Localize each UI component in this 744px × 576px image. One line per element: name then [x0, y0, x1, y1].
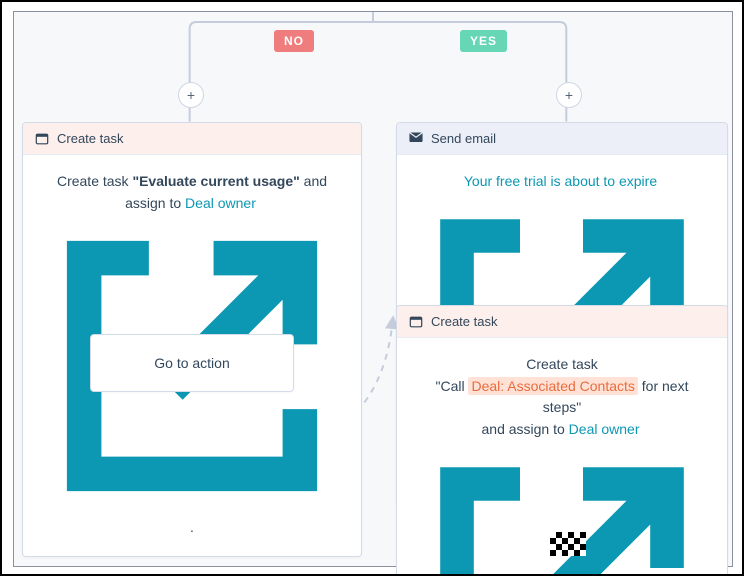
card-header: Create task [23, 123, 361, 155]
branch-yes-label: YES [460, 30, 507, 52]
add-action-left-1[interactable]: + [178, 82, 204, 108]
workflow-end-icon [550, 532, 586, 556]
add-action-right-1[interactable]: + [556, 82, 582, 108]
task-icon [35, 132, 49, 146]
task-icon [409, 315, 423, 329]
card-header: Create task [397, 306, 727, 338]
branch-no-label: NO [274, 30, 314, 52]
card-header: Send email [397, 123, 727, 155]
goto-label: Go to action [154, 355, 230, 371]
workflow-canvas: NO YES + + + + + Create task Create task… [13, 11, 733, 567]
card-title: Create task [57, 131, 123, 146]
card-title: Create task [431, 314, 497, 329]
card-goto-action[interactable]: Go to action [90, 334, 294, 392]
card-title: Send email [431, 131, 496, 146]
token-deal-contacts: Deal: Associated Contacts [468, 377, 637, 395]
mail-icon [409, 132, 423, 146]
